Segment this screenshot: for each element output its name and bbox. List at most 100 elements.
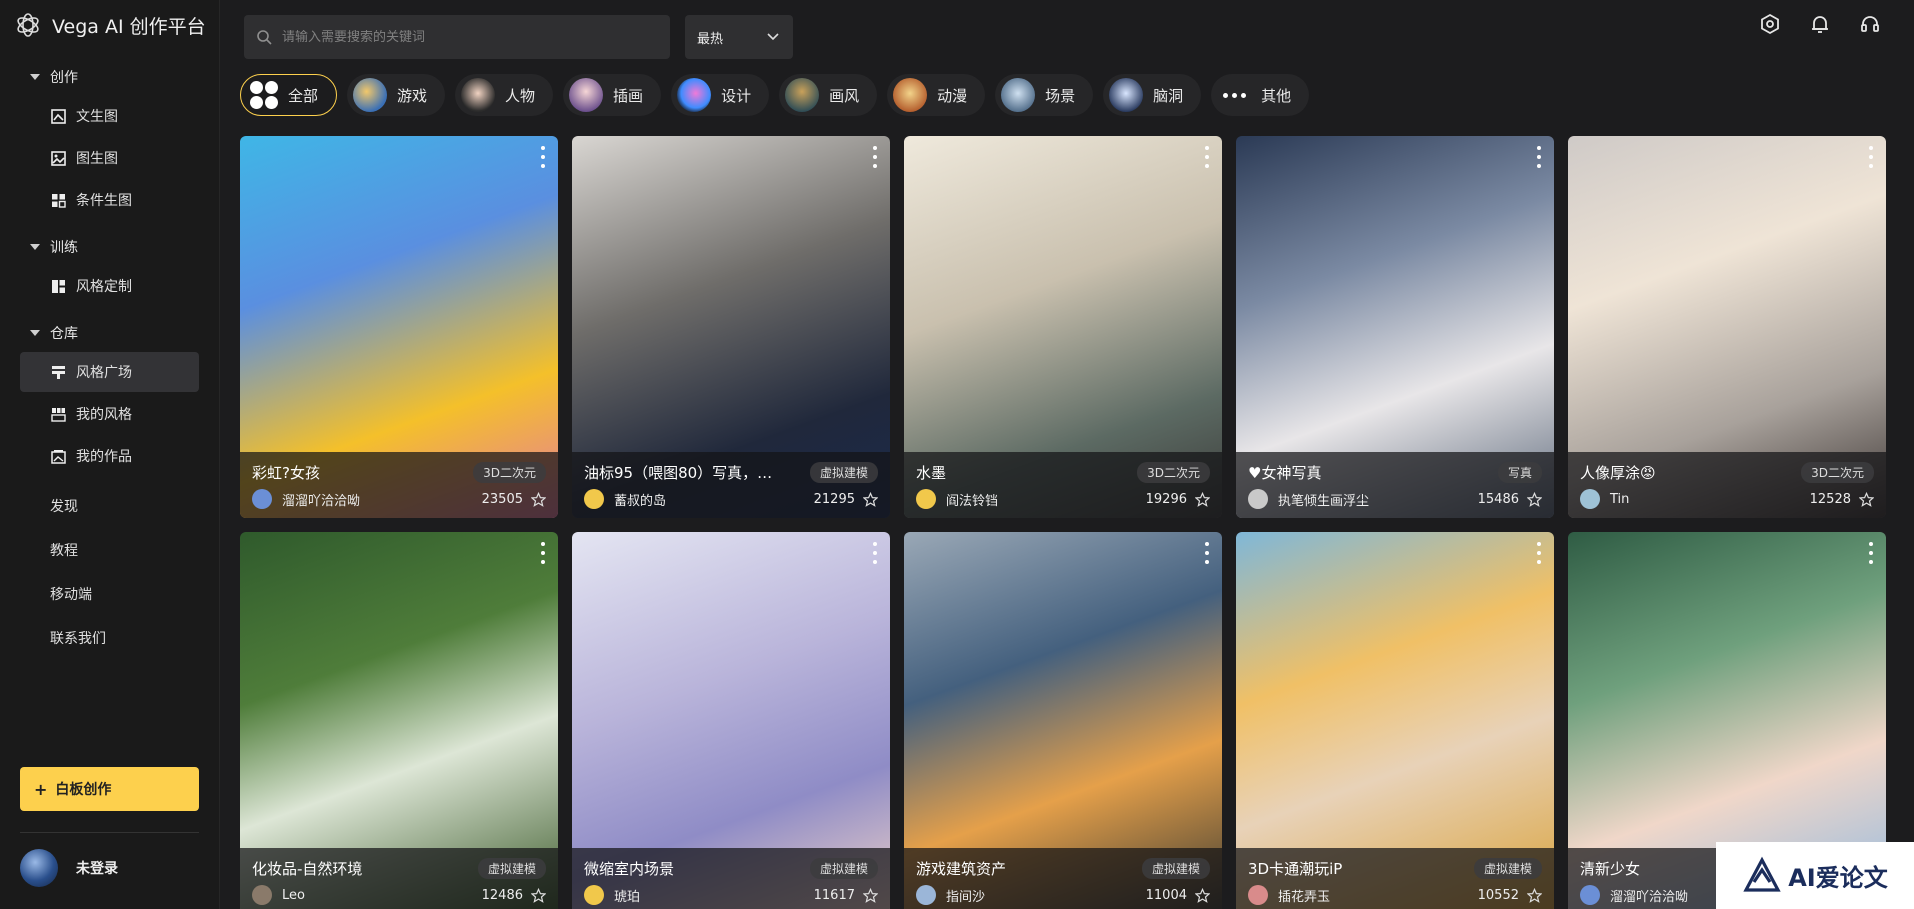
style-card[interactable]: 游戏建筑资产 虚拟建模 指间沙 11004 bbox=[904, 532, 1222, 909]
nav-section-header[interactable]: 训练 bbox=[0, 230, 219, 264]
category-tab[interactable]: 其他 bbox=[1211, 74, 1310, 116]
star-icon[interactable] bbox=[1527, 491, 1542, 507]
style-card[interactable]: 油标95（喂图80）写真，… 虚拟建模 蓄叔的岛 21295 bbox=[572, 136, 890, 518]
search-input[interactable] bbox=[282, 29, 662, 45]
more-vertical-icon[interactable] bbox=[1536, 542, 1542, 564]
headset-icon[interactable] bbox=[1858, 12, 1882, 36]
category-tab[interactable]: 画风 bbox=[779, 74, 878, 116]
card-author[interactable]: Leo bbox=[252, 885, 305, 905]
my-works-icon bbox=[51, 449, 66, 464]
more-vertical-icon[interactable] bbox=[1868, 542, 1874, 564]
more-vertical-icon[interactable] bbox=[1204, 542, 1210, 564]
avatar bbox=[252, 489, 272, 509]
card-author[interactable]: 阎法铃铛 bbox=[916, 489, 998, 509]
style-card[interactable]: 彩虹?女孩 3D二次元 溜溜吖洽洽呦 23505 bbox=[240, 136, 558, 518]
more-vertical-icon[interactable] bbox=[1536, 146, 1542, 168]
sidebar-item[interactable]: 风格广场 bbox=[20, 352, 199, 392]
style-card[interactable]: 微缩室内场景 虚拟建模 琥珀 11617 bbox=[572, 532, 890, 909]
sidebar-link[interactable]: 发现 bbox=[0, 484, 219, 528]
category-thumbnail bbox=[569, 78, 604, 112]
card-info: ♥女神写真 写真 执笔倾生画浮尘 15486 bbox=[1236, 452, 1554, 518]
category-label: 设计 bbox=[721, 86, 752, 105]
category-thumbnail bbox=[1109, 78, 1144, 112]
card-author[interactable]: 溜溜吖洽洽呦 bbox=[252, 489, 360, 509]
card-author[interactable]: 溜溜吖洽洽呦 bbox=[1580, 885, 1688, 905]
star-icon[interactable] bbox=[1195, 887, 1210, 903]
style-card[interactable]: ♥女神写真 写真 执笔倾生画浮尘 15486 bbox=[1236, 136, 1554, 518]
more-vertical-icon[interactable] bbox=[872, 146, 878, 168]
star-icon[interactable] bbox=[531, 887, 546, 903]
my-style-icon bbox=[51, 407, 66, 422]
sidebar-item[interactable]: 我的作品 bbox=[20, 436, 199, 476]
star-icon[interactable] bbox=[863, 491, 878, 507]
sidebar-item[interactable]: 条件生图 bbox=[20, 180, 199, 220]
card-author[interactable]: 琥珀 bbox=[584, 885, 640, 905]
card-title: 3D卡通潮玩iP bbox=[1248, 859, 1343, 878]
sidebar-link[interactable]: 教程 bbox=[0, 528, 219, 572]
card-stats: 19296 bbox=[1146, 491, 1210, 507]
sidebar-item[interactable]: 我的风格 bbox=[20, 394, 199, 434]
author-name: 蓄叔的岛 bbox=[614, 493, 667, 509]
card-author[interactable]: 蓄叔的岛 bbox=[584, 489, 666, 509]
card-title: 清新少女 bbox=[1580, 859, 1641, 878]
sidebar-item[interactable]: 图生图 bbox=[20, 138, 199, 178]
star-icon[interactable] bbox=[1195, 491, 1210, 507]
nav-section-header[interactable]: 创作 bbox=[0, 60, 219, 94]
nav-section-label: 训练 bbox=[50, 240, 78, 256]
star-icon[interactable] bbox=[863, 887, 878, 903]
card-info: 游戏建筑资产 虚拟建模 指间沙 11004 bbox=[904, 848, 1222, 909]
brand-name: Vega AI 创作平台 bbox=[52, 15, 206, 38]
brand[interactable]: Vega AI 创作平台 bbox=[0, 0, 219, 50]
card-author[interactable]: Tin bbox=[1580, 489, 1629, 509]
card-stats: 12486 bbox=[482, 887, 546, 903]
more-vertical-icon[interactable] bbox=[1868, 146, 1874, 168]
category-tab[interactable]: 脑洞 bbox=[1103, 74, 1202, 116]
category-tab[interactable]: 设计 bbox=[671, 74, 770, 116]
style-card[interactable]: 人像厚涂😡 3D二次元 Tin 12528 bbox=[1568, 136, 1886, 518]
nav-section-label: 仓库 bbox=[50, 326, 78, 342]
sidebar-link[interactable]: 移动端 bbox=[0, 572, 219, 616]
user-login[interactable]: 未登录 bbox=[20, 849, 118, 887]
category-tab[interactable]: 全部 bbox=[240, 74, 338, 116]
category-tab[interactable]: 动漫 bbox=[887, 74, 986, 116]
more-vertical-icon[interactable] bbox=[540, 542, 546, 564]
more-vertical-icon[interactable] bbox=[540, 146, 546, 168]
card-info: 人像厚涂😡 3D二次元 Tin 12528 bbox=[1568, 452, 1886, 518]
whiteboard-create-button[interactable]: + 白板创作 bbox=[20, 767, 199, 811]
author-name: 阎法铃铛 bbox=[946, 493, 999, 509]
card-author[interactable]: 执笔倾生画浮尘 bbox=[1248, 489, 1369, 509]
settings-icon[interactable] bbox=[1758, 12, 1782, 36]
card-author[interactable]: 指间沙 bbox=[916, 885, 985, 905]
card-stats: 23505 bbox=[482, 491, 546, 507]
card-title: 化妆品-自然环境 bbox=[252, 859, 363, 878]
category-tab[interactable]: 游戏 bbox=[347, 74, 446, 116]
star-icon[interactable] bbox=[1859, 491, 1874, 507]
card-author[interactable]: 插花弄玉 bbox=[1248, 885, 1330, 905]
sidebar-link[interactable]: 联系我们 bbox=[0, 616, 219, 660]
search-box[interactable] bbox=[244, 15, 670, 59]
category-tab[interactable]: 插画 bbox=[563, 74, 662, 116]
star-icon[interactable] bbox=[531, 491, 546, 507]
category-tab[interactable]: 人物 bbox=[455, 74, 554, 116]
sidebar-divider bbox=[20, 832, 199, 833]
star-icon[interactable] bbox=[1527, 887, 1542, 903]
sidebar-item[interactable]: 文生图 bbox=[20, 96, 199, 136]
category-thumbnail bbox=[353, 78, 388, 112]
card-tag: 写真 bbox=[1497, 461, 1542, 483]
sidebar-item-label: 条件生图 bbox=[76, 193, 132, 209]
more-vertical-icon[interactable] bbox=[1204, 146, 1210, 168]
sidebar-item[interactable]: 风格定制 bbox=[20, 266, 199, 306]
category-tab[interactable]: 场景 bbox=[995, 74, 1094, 116]
author-name: 插花弄玉 bbox=[1278, 889, 1331, 905]
style-card[interactable]: 化妆品-自然环境 虚拟建模 Leo 12486 bbox=[240, 532, 558, 909]
sidebar-item-label: 风格定制 bbox=[76, 279, 132, 295]
avatar bbox=[916, 489, 936, 509]
more-vertical-icon[interactable] bbox=[872, 542, 878, 564]
style-card[interactable]: 3D卡通潮玩iP 虚拟建模 插花弄玉 10552 bbox=[1236, 532, 1554, 909]
category-label: 脑洞 bbox=[1153, 86, 1184, 105]
nav-section-header[interactable]: 仓库 bbox=[0, 316, 219, 350]
sort-select[interactable]: 最热 bbox=[685, 15, 793, 59]
caret-down-icon bbox=[30, 244, 40, 250]
bell-icon[interactable] bbox=[1808, 12, 1832, 36]
style-card[interactable]: 水墨 3D二次元 阎法铃铛 19296 bbox=[904, 136, 1222, 518]
